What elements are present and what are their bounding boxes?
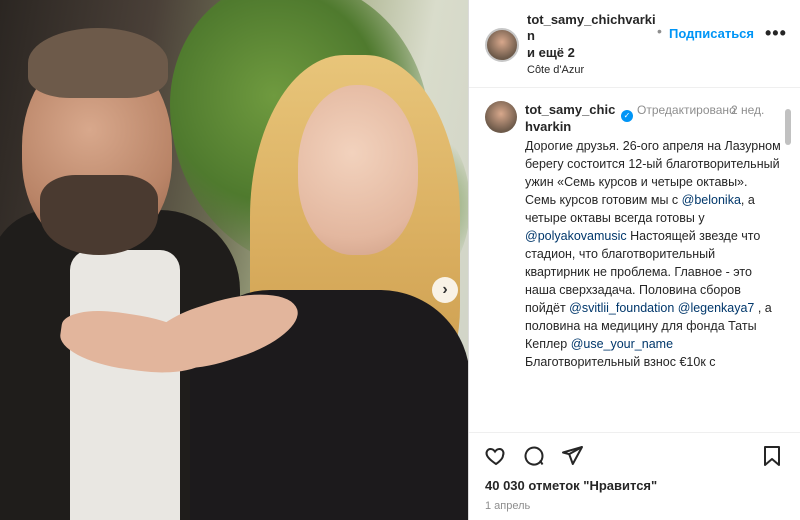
post-side-panel: tot_samy_chichvarkin и ещё 2 Côte d'Azur… <box>468 0 800 520</box>
caption-time[interactable]: 2 нед. <box>731 102 771 119</box>
post-location[interactable]: Côte d'Azur <box>527 64 584 76</box>
avatar[interactable] <box>485 101 517 133</box>
more-icon[interactable]: ••• <box>765 23 787 44</box>
post-actions <box>469 432 800 482</box>
like-button[interactable] <box>483 443 509 469</box>
edited-label: Отредактировано <box>637 103 736 117</box>
caption-username[interactable]: tot_samy_chichvarkin <box>525 101 619 135</box>
comment-button[interactable] <box>521 443 547 469</box>
avatar[interactable] <box>485 28 519 62</box>
instagram-post: › tot_samy_chichvarkin и ещё 2 Côte d'Az… <box>0 0 800 520</box>
heart-icon <box>485 447 505 466</box>
post-author-username[interactable]: tot_samy_chichvarkin <box>527 12 657 44</box>
post-photo[interactable]: › <box>0 0 468 520</box>
mention-link[interactable]: @polyakovamusic <box>525 229 627 243</box>
caption-area: tot_samy_chichvarkin ✓ Отредактировано 2… <box>469 89 800 429</box>
verified-icon: ✓ <box>621 110 633 122</box>
caption-fragment: Семь курсов готовим мы с <box>525 193 682 207</box>
photo-man-hair <box>28 28 168 98</box>
post-date[interactable]: 1 апрель <box>485 500 530 512</box>
follow-button[interactable]: Подписаться <box>669 26 754 41</box>
photo-man-beard <box>40 175 158 255</box>
share-button[interactable] <box>559 443 585 469</box>
share-icon <box>562 446 583 465</box>
carousel-next-button[interactable]: › <box>432 277 458 303</box>
chevron-right-icon: › <box>442 281 448 298</box>
mention-link[interactable]: @use_your_name <box>571 337 673 351</box>
mention-link[interactable]: @belonika <box>682 193 741 207</box>
mention-link[interactable]: @svitlii_foundation <box>569 301 674 315</box>
photo-man-shirt <box>70 250 180 520</box>
likes-count[interactable]: 40 030 отметок "Нравится" <box>485 478 657 493</box>
save-button[interactable] <box>759 443 785 469</box>
separator-dot: • <box>657 23 662 39</box>
coauthors-link[interactable]: и ещё 2 <box>527 45 575 60</box>
photo-woman-face <box>298 85 418 255</box>
caption-paragraph: Дорогие друзья. 26-ого апреля на Лазурно… <box>525 139 781 189</box>
vertical-scrollbar[interactable] <box>785 109 791 145</box>
bookmark-icon <box>764 446 780 466</box>
post-header: tot_samy_chichvarkin и ещё 2 Côte d'Azur… <box>469 0 800 88</box>
mention-link[interactable]: @legenkaya7 <box>678 301 755 315</box>
comment-icon <box>524 446 544 466</box>
caption-text: Дорогие друзья. 26-ого апреля на Лазурно… <box>525 137 781 371</box>
caption-fragment: Благотворительный взнос €10к с <box>525 355 716 369</box>
